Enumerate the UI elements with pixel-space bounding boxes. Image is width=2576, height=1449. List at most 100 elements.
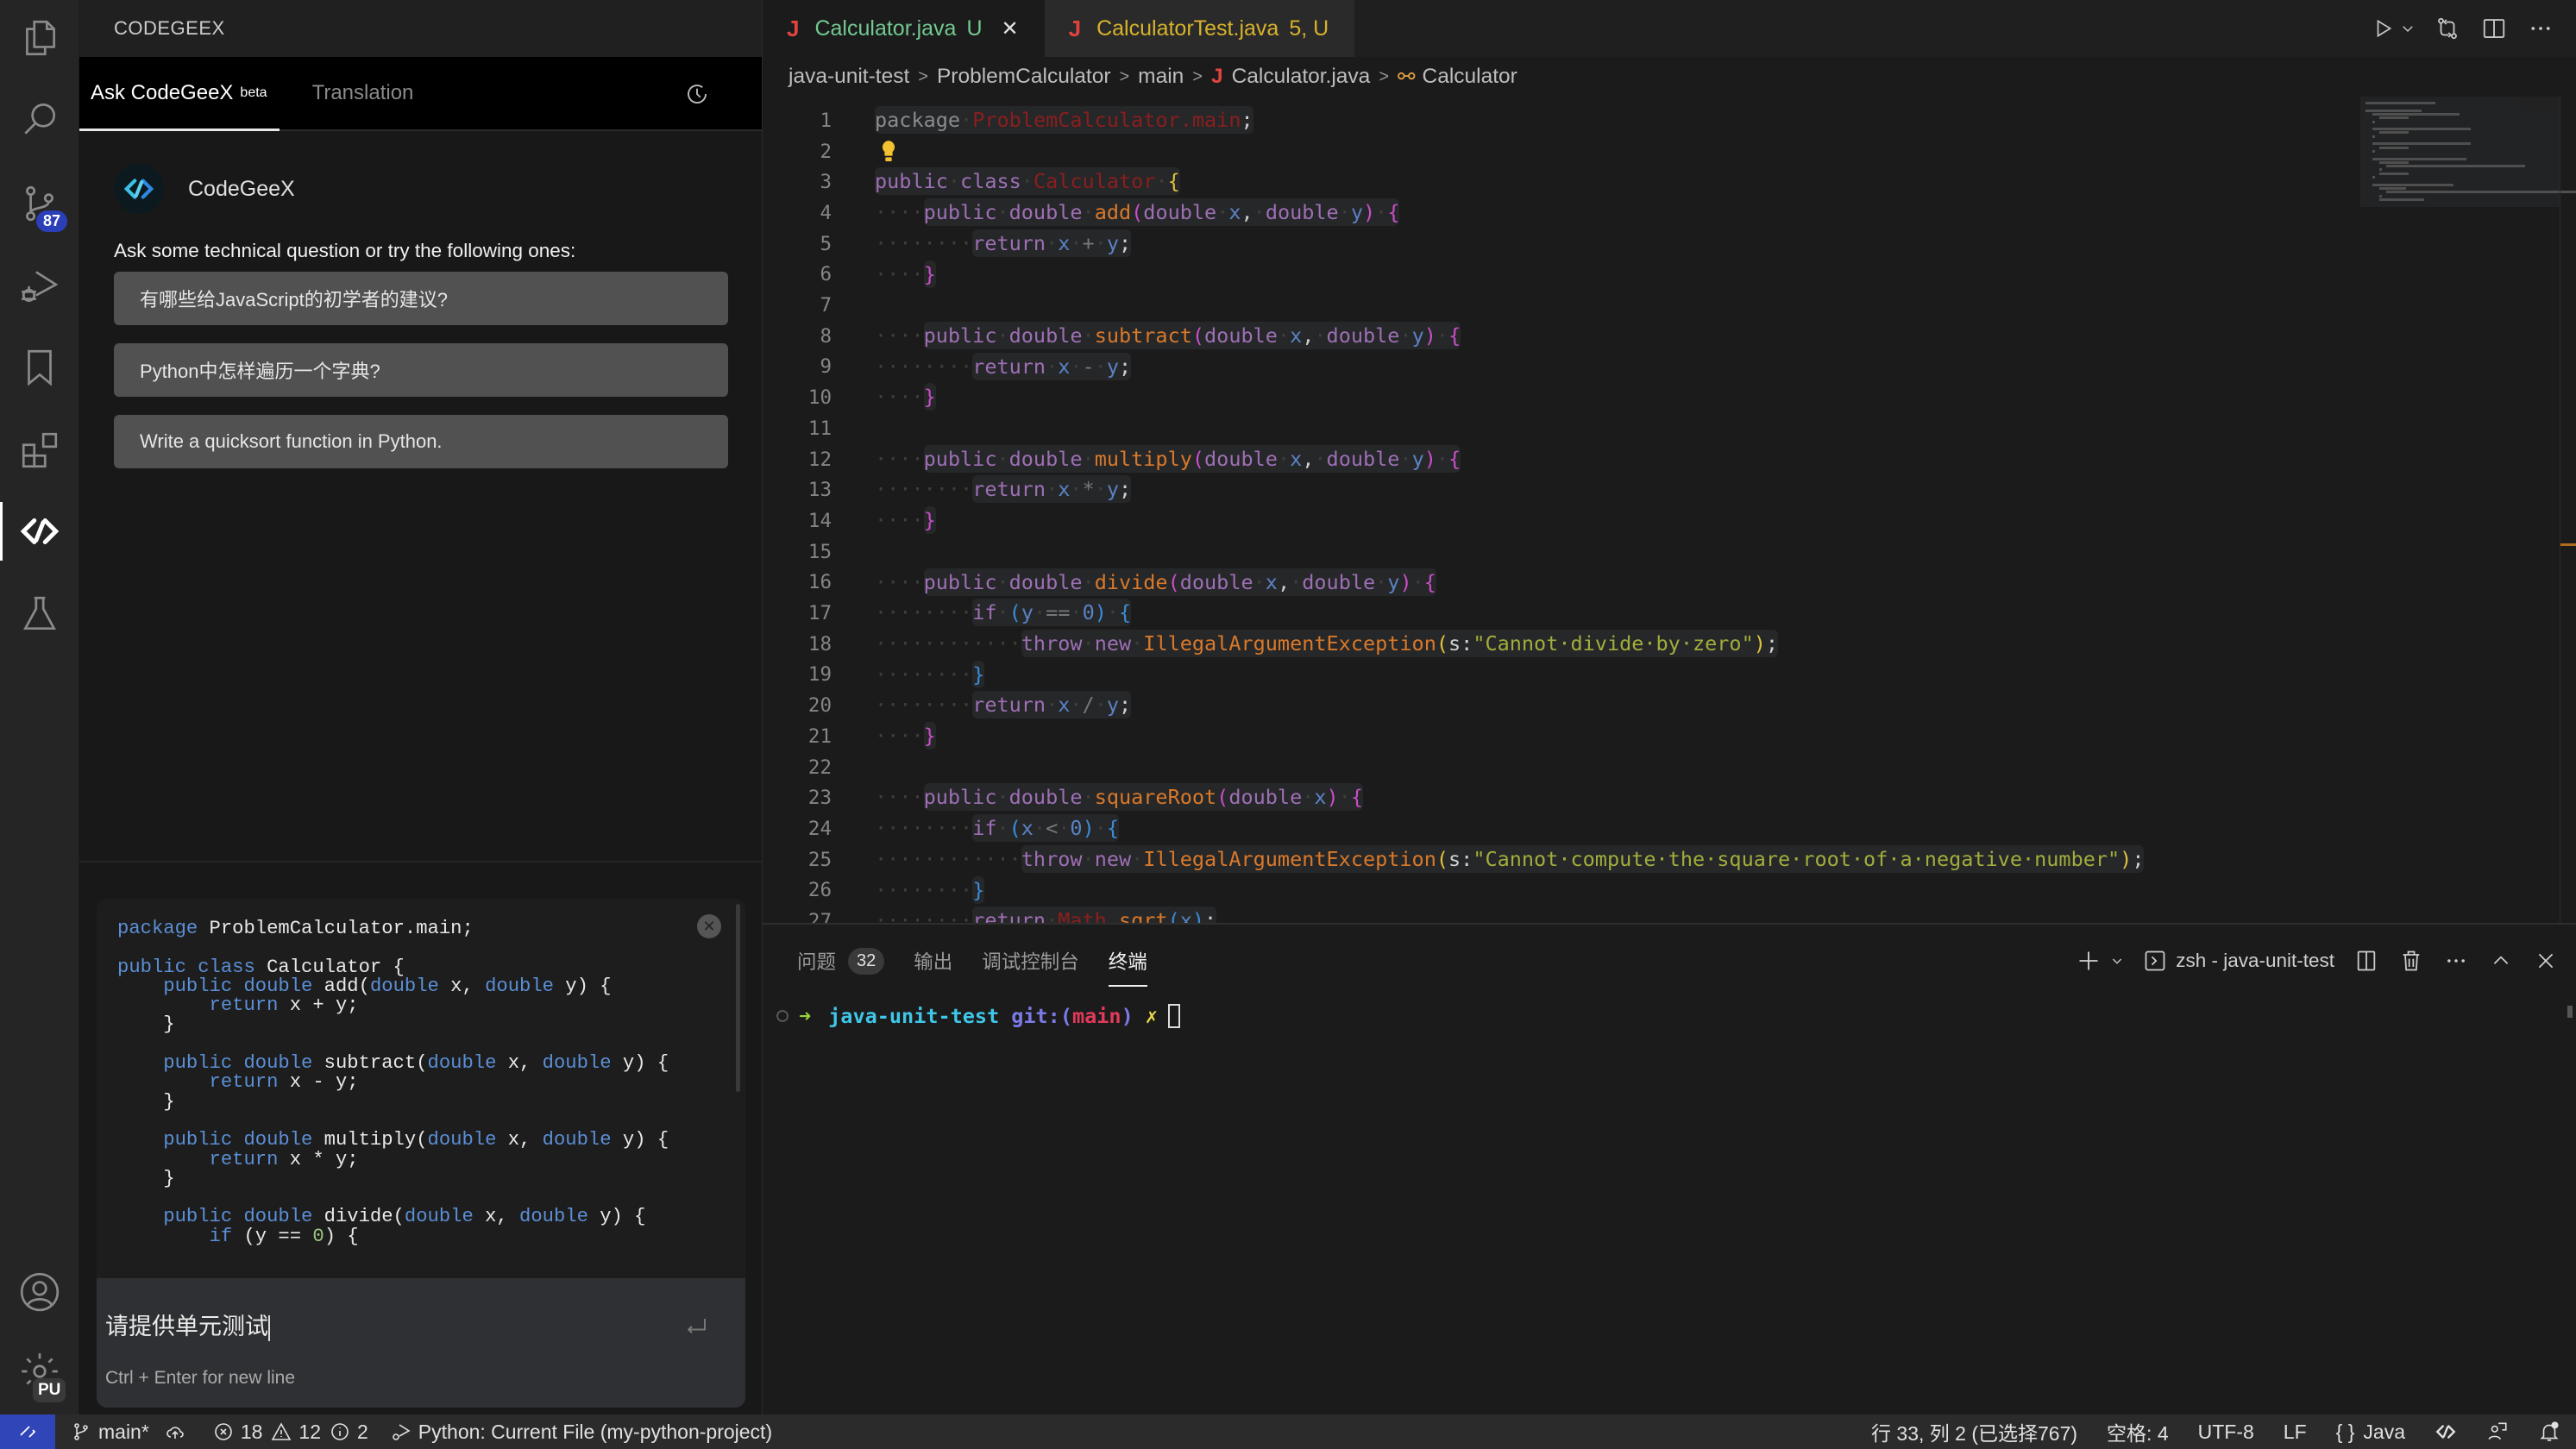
tab-debug-console[interactable]: 调试控制台 — [982, 944, 1079, 978]
snippet-scrollbar[interactable] — [736, 904, 740, 1092]
activity-bookmarks[interactable] — [0, 333, 79, 402]
maximize-panel-button[interactable] — [2488, 948, 2514, 974]
line-number: 20 — [807, 694, 832, 718]
indentation[interactable]: 空格: 4 — [2107, 1417, 2169, 1446]
activity-testing[interactable] — [0, 580, 79, 649]
problems-count-badge: 32 — [848, 947, 885, 975]
panel-more-button[interactable] — [2443, 948, 2469, 974]
sync-status[interactable] — [165, 1421, 192, 1442]
enter-icon[interactable] — [682, 1314, 711, 1340]
code-token: } — [923, 261, 936, 286]
problems-status[interactable]: 18 12 2 — [213, 1421, 368, 1444]
debug-config-status[interactable]: Python: Current File (my-python-project) — [391, 1421, 772, 1444]
code-token: , — [1302, 323, 1315, 348]
breadcrumb-item[interactable]: java-unit-test — [789, 65, 909, 89]
code-token: s: — [1448, 846, 1473, 871]
breadcrumb-item[interactable]: ProblemCalculator — [937, 65, 1111, 89]
open-changes-button[interactable] — [2433, 14, 2462, 43]
encoding[interactable]: UTF-8 — [2198, 1421, 2254, 1444]
activity-explorer[interactable] — [0, 3, 79, 72]
code-token: x — [1058, 693, 1071, 718]
search-icon — [24, 103, 56, 135]
history-icon[interactable] — [684, 81, 710, 107]
breadcrumb-item[interactable]: Calculator.java — [1232, 65, 1371, 89]
lightbulb-icon[interactable] — [879, 139, 898, 165]
activity-codegeex[interactable] — [0, 497, 79, 566]
codegeex-icon[interactable] — [2435, 1421, 2457, 1443]
warning-icon — [272, 1422, 292, 1440]
input-hint: Ctrl + Enter for new line — [105, 1368, 296, 1388]
code-token: · — [1338, 785, 1351, 810]
code-token: · — [1302, 785, 1315, 810]
line-number: 25 — [807, 848, 832, 871]
kill-terminal-button[interactable] — [2398, 948, 2424, 974]
code-token: y — [1106, 354, 1120, 379]
line-number: 11 — [807, 417, 832, 440]
status-bar-right: 行 33, 列 2 (已选择767) 空格: 4 UTF-8 LF { } Ja… — [1871, 1414, 2560, 1449]
new-terminal-button[interactable] — [2076, 948, 2102, 974]
tab-translation[interactable]: Translation — [300, 56, 426, 130]
code-token: · — [1253, 200, 1266, 225]
bookmark-icon — [28, 349, 52, 386]
close-panel-button[interactable] — [2533, 948, 2559, 974]
code-token: if — [972, 816, 997, 841]
code-token: double — [1326, 323, 1400, 348]
terminal-prompt[interactable]: ➜ java-unit-test git:(main) ✗ — [776, 1004, 1180, 1028]
tab-git-status: U — [966, 16, 983, 41]
compare-changes-icon — [2438, 17, 2457, 40]
tab-problems[interactable]: 问题 32 — [797, 944, 885, 978]
remote-indicator[interactable] — [0, 1414, 55, 1449]
run-button[interactable] — [2372, 14, 2395, 43]
breadcrumb: java-unit-test > ProblemCalculator > mai… — [763, 57, 2576, 97]
line-number: 24 — [807, 817, 832, 840]
feedback-icon[interactable] — [2486, 1421, 2509, 1443]
end-of-line[interactable]: LF — [2284, 1421, 2307, 1444]
minimap[interactable] — [2360, 97, 2576, 207]
tab-calculatortest-java[interactable]: J CalculatorTest.java 5, U — [1044, 0, 1355, 57]
terminal-instance-button[interactable]: zsh - java-unit-test — [2143, 948, 2334, 974]
close-snippet-button[interactable]: ✕ — [697, 914, 721, 938]
suggestion-button[interactable]: Write a quicksort function in Python. — [114, 415, 728, 468]
close-tab-icon[interactable]: ✕ — [1002, 16, 1019, 41]
activity-manage[interactable]: PU — [0, 1337, 79, 1406]
java-file-icon: J — [787, 15, 800, 41]
git-branch-status[interactable]: main* — [71, 1421, 149, 1444]
suggestion-button[interactable]: Python中怎样遍历一个字典? — [114, 343, 728, 397]
activity-run-debug[interactable] — [0, 252, 79, 321]
run-dropdown-button[interactable] — [2400, 14, 2416, 43]
editor-tabbar: J Calculator.java U ✕ J CalculatorTest.j… — [763, 0, 2576, 57]
line-source: ········} — [875, 875, 985, 904]
activity-extensions[interactable] — [0, 416, 79, 485]
breadcrumb-item[interactable]: Calculator — [1423, 65, 1517, 89]
breadcrumb-item[interactable]: main — [1138, 65, 1184, 89]
line-source: ····public·double·multiply(double·x,·dou… — [875, 444, 1461, 473]
braces-icon: { } — [2335, 1420, 2355, 1443]
split-editor-button[interactable] — [2479, 14, 2509, 43]
sidebar-title: CODEGEEX — [79, 0, 762, 57]
bottom-panel: 问题 32 输出 调试控制台 终端 zsh - java-unit-test ➜… — [763, 923, 2576, 1414]
more-actions-button[interactable] — [2526, 14, 2555, 43]
terminal-scrollbar[interactable] — [2567, 1006, 2573, 1018]
code-token: { — [1448, 323, 1461, 348]
tab-terminal[interactable]: 终端 — [1108, 944, 1147, 987]
activity-accounts[interactable] — [0, 1258, 79, 1327]
language-mode[interactable]: { } Java — [2336, 1421, 2405, 1444]
activity-source-control[interactable]: 87 — [0, 169, 79, 238]
code-token: · — [1094, 354, 1107, 379]
code-token: ( — [1131, 200, 1144, 225]
suggestion-button[interactable]: 有哪些给JavaScript的初学者的建议? — [114, 272, 728, 325]
split-terminal-button[interactable] — [2353, 948, 2379, 974]
code-token: · — [1046, 477, 1059, 502]
terminal-dropdown-button[interactable] — [2110, 948, 2124, 974]
code-token: multiply — [1094, 446, 1192, 471]
activity-search[interactable] — [0, 85, 79, 154]
tab-calculator-java[interactable]: J Calculator.java U ✕ — [763, 0, 1045, 57]
cursor-position[interactable]: 行 33, 列 2 (已选择767) — [1871, 1417, 2077, 1446]
tab-ask-codegeex[interactable]: Ask CodeGeeX beta — [79, 56, 280, 131]
code-token: · — [1082, 323, 1095, 348]
bell-icon[interactable] — [2538, 1421, 2560, 1443]
code-token: · — [1033, 816, 1046, 841]
ask-hint: Ask some technical question or try the f… — [114, 240, 576, 261]
code-token: double — [1008, 569, 1083, 594]
tab-output[interactable]: 输出 — [914, 944, 952, 978]
